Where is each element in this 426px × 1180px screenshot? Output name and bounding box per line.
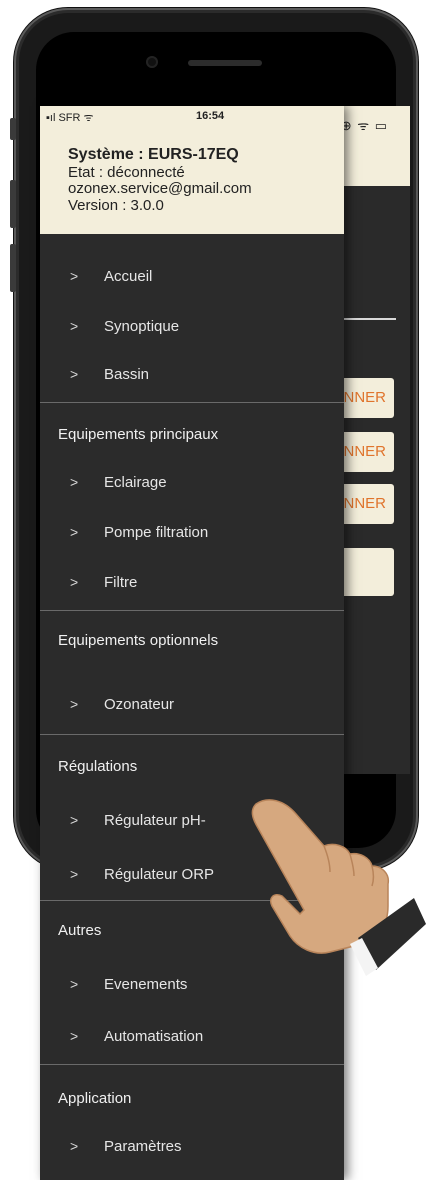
account-email: ozonex.service@gmail.com <box>68 180 252 197</box>
menu-item-label: Régulateur ORP <box>104 866 215 883</box>
menu-item-ozonateur[interactable]: > Ozonateur <box>40 688 344 722</box>
phone-side-button <box>10 244 16 292</box>
signal-carrier: ▪ıl SFR ᯤ <box>46 112 94 124</box>
section-title-regulations: Régulations <box>58 758 138 775</box>
chevron-right-icon: > <box>70 366 79 382</box>
menu-item-label: Automatisation <box>104 1028 204 1045</box>
status-icons: ⊕ ᯤ ▭ <box>340 118 388 133</box>
menu-item-label: Eclairage <box>104 474 167 491</box>
divider <box>40 734 344 735</box>
app-version: Version : 3.0.0 <box>68 197 164 214</box>
chevron-right-icon: > <box>70 812 79 828</box>
menu-item-automatisation[interactable]: > Automatisation <box>40 1020 344 1054</box>
divider <box>40 610 344 611</box>
menu-item-label: Synoptique <box>104 318 180 335</box>
phone-side-button <box>10 180 16 228</box>
status-bar: ▪ıl SFR ᯤ 16:54 <box>46 110 338 126</box>
section-title-equipements-principaux: Equipements principaux <box>58 426 219 443</box>
earpiece-speaker <box>188 60 262 66</box>
menu-item-label: Régulateur pH- <box>104 812 206 829</box>
status-time: 16:54 <box>196 110 225 122</box>
chevron-right-icon: > <box>70 318 79 334</box>
drawer-header: ▪ıl SFR ᯤ 16:54 Système : EURS-17EQ Etat… <box>40 106 344 234</box>
chevron-right-icon: > <box>70 1138 79 1154</box>
menu-item-parametres[interactable]: > Paramètres <box>40 1130 344 1164</box>
chevron-right-icon: > <box>70 574 79 590</box>
system-name: Système : EURS-17EQ <box>68 146 239 163</box>
menu-item-accueil[interactable]: > Accueil <box>40 260 344 294</box>
section-title-application: Application <box>58 1090 132 1107</box>
connection-state: Etat : déconnecté <box>68 164 185 181</box>
navigation-drawer: ▪ıl SFR ᯤ 16:54 Système : EURS-17EQ Etat… <box>40 106 344 1180</box>
section-title-autres: Autres <box>58 922 102 939</box>
menu-item-label: Evenements <box>104 976 188 993</box>
menu-item-synoptique[interactable]: > Synoptique <box>40 310 344 344</box>
chevron-right-icon: > <box>70 696 79 712</box>
divider <box>40 402 344 403</box>
menu-item-label: Bassin <box>104 366 150 383</box>
menu-item-label: Filtre <box>104 574 138 591</box>
menu-item-label: Pompe filtration <box>104 524 209 541</box>
signal-icon: ▪ıl <box>46 112 59 124</box>
chevron-right-icon: > <box>70 1028 79 1044</box>
divider <box>40 1064 344 1065</box>
menu-item-eclairage[interactable]: > Eclairage <box>40 466 344 500</box>
divider <box>340 318 396 320</box>
phone-side-button <box>10 118 16 140</box>
chevron-right-icon: > <box>70 866 79 882</box>
wifi-icon: ᯤ <box>83 112 94 124</box>
front-camera <box>146 56 158 68</box>
menu-item-label: Accueil <box>104 268 153 285</box>
chevron-right-icon: > <box>70 976 79 992</box>
chevron-right-icon: > <box>70 474 79 490</box>
chevron-right-icon: > <box>70 268 79 284</box>
chevron-right-icon: > <box>70 524 79 540</box>
menu-item-bassin[interactable]: > Bassin <box>40 358 344 392</box>
menu-item-pompe-filtration[interactable]: > Pompe filtration <box>40 516 344 550</box>
pointing-hand-icon <box>251 799 426 976</box>
menu-item-filtre[interactable]: > Filtre <box>40 566 344 600</box>
menu-item-label: Paramètres <box>104 1138 182 1155</box>
menu-item-label: Ozonateur <box>104 696 175 713</box>
section-title-equipements-optionnels: Equipements optionnels <box>58 632 219 649</box>
